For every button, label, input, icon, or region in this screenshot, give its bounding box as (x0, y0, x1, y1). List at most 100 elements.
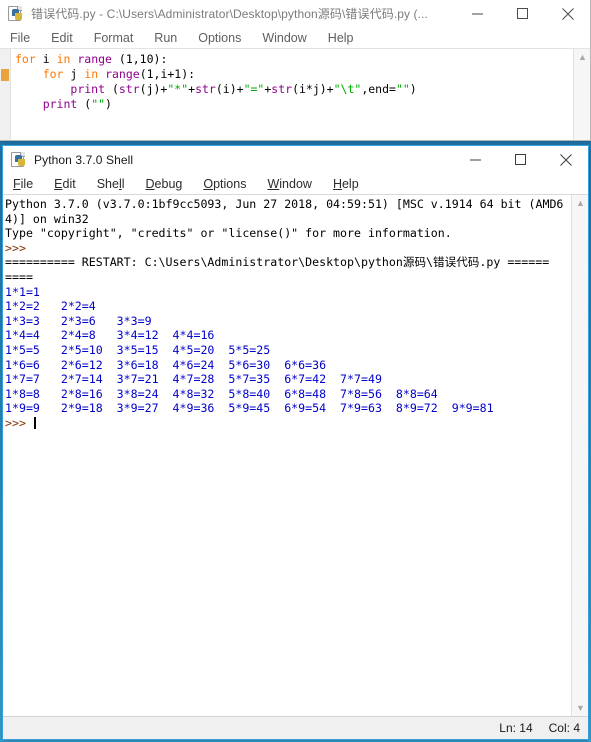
code-token: for (15, 52, 36, 66)
editor-text-area[interactable]: for i in range (1,10): for j in range(1,… (0, 49, 590, 140)
editor-window: 错误代码.py - C:\Users\Administrator\Desktop… (0, 0, 591, 141)
code-token: str (118, 82, 140, 96)
code-token: (1,i+1): (139, 67, 196, 81)
maximize-icon[interactable] (498, 146, 543, 173)
code-token: (j)+ (139, 82, 168, 96)
shell-menu-help[interactable]: Help (333, 177, 359, 191)
editor-menu-help[interactable]: Help (328, 31, 354, 45)
code-token: ) (105, 97, 112, 111)
editor-vertical-scrollbar[interactable]: ▲ (573, 49, 590, 140)
code-token: print (42, 97, 78, 111)
editor-menu-window[interactable]: Window (262, 31, 306, 45)
editor-window-title: 错误代码.py - C:\Users\Administrator\Desktop… (31, 7, 428, 21)
code-line: print (str(j)+"*"+str(i)+"="+str(i*j)+"\… (15, 82, 573, 97)
scroll-up-arrow-icon[interactable]: ▲ (574, 49, 590, 65)
shell-output-line: 1*7=7 2*7=14 3*7=21 4*7=28 5*7=35 6*7=42… (5, 372, 382, 387)
close-icon[interactable] (545, 0, 590, 27)
code-line: for i in range (1,10): (15, 52, 573, 67)
python-file-icon (8, 5, 24, 22)
shell-menu-options[interactable]: Options (203, 177, 246, 191)
shell-window-title: Python 3.7.0 Shell (34, 152, 134, 167)
scroll-down-arrow-icon[interactable]: ▼ (572, 700, 588, 716)
editor-titlebar[interactable]: 错误代码.py - C:\Users\Administrator\Desktop… (0, 0, 590, 27)
editor-menu-run[interactable]: Run (154, 31, 177, 45)
shell-output-line: Python 3.7.0 (v3.7.0:1bf9cc5093, Jun 27 … (5, 197, 564, 211)
shell-menu-window[interactable]: Window (267, 177, 311, 191)
shell-output-line: ==== (5, 269, 33, 284)
shell-output-line: Type "copyright", "credits" or "license(… (5, 226, 452, 241)
text-caret (33, 416, 36, 429)
shell-window: Python 3.7.0 Shell File Edit Shell Debug Opt… (2, 145, 589, 740)
shell-output-line: 1*8=8 2*8=16 3*8=24 4*8=32 5*8=40 6*8=48… (5, 386, 438, 401)
shell-prompt: >>> (5, 415, 33, 430)
editor-left-gutter-scrollbar[interactable] (0, 49, 11, 140)
code-token: "" (395, 82, 410, 96)
maximize-icon[interactable] (500, 0, 545, 27)
code-line: print ("") (15, 97, 573, 112)
gutter-thumb[interactable] (1, 69, 9, 81)
shell-output-line: 1*1=1 (5, 284, 40, 299)
code-token: in (84, 67, 99, 81)
code-token: i (35, 52, 57, 66)
close-icon[interactable] (543, 146, 588, 173)
shell-menu-shell[interactable]: Shell (97, 177, 125, 191)
code-token: print (70, 82, 106, 96)
shell-output-line: 1*2=2 2*2=4 (5, 299, 96, 314)
code-token: ( (77, 97, 92, 111)
shell-prompt-line[interactable]: >>> (5, 416, 571, 431)
code-token: (1,10): (111, 52, 168, 66)
status-line-number: Ln: 14 (499, 721, 533, 735)
shell-output-line: 1*6=6 2*6=12 3*6=18 4*6=24 5*6=30 6*6=36 (5, 357, 327, 372)
editor-code[interactable]: for i in range (1,10): for j in range(1,… (11, 49, 573, 140)
minimize-icon[interactable] (455, 0, 500, 27)
code-token: in (56, 52, 71, 66)
shell-vertical-scrollbar[interactable]: ▲ ▼ (571, 195, 588, 716)
code-token: "=" (243, 82, 265, 96)
desktop-background: 错误代码.py - C:\Users\Administrator\Desktop… (0, 0, 591, 742)
shell-output-line: 1*3=3 2*3=6 3*3=9 (5, 313, 152, 328)
shell-menubar: File Edit Shell Debug Options Window Help (3, 173, 588, 195)
code-token: "" (91, 97, 106, 111)
code-token: j (63, 67, 85, 81)
code-token: "\t" (333, 82, 362, 96)
code-token: str (271, 82, 293, 96)
code-token: (i*j)+ (292, 82, 334, 96)
shell-output-area[interactable]: Python 3.7.0 (v3.7.0:1bf9cc5093, Jun 27 … (3, 195, 588, 716)
shell-titlebar[interactable]: Python 3.7.0 Shell (3, 146, 588, 173)
code-token: ,end= (361, 82, 396, 96)
shell-statusbar: Ln: 14 Col: 4 (3, 716, 588, 739)
code-token: for (42, 67, 64, 81)
shell-output-line: >>> (5, 240, 33, 255)
editor-menu-file[interactable]: File (10, 31, 30, 45)
shell-menu-debug[interactable]: Debug (146, 177, 183, 191)
scroll-up-arrow-icon[interactable]: ▲ (572, 195, 588, 211)
editor-menu-edit[interactable]: Edit (51, 31, 73, 45)
code-token: str (195, 82, 216, 96)
code-token: range (105, 67, 140, 81)
editor-window-controls (455, 0, 590, 27)
status-column-number: Col: 4 (548, 721, 580, 735)
shell-output-line: 4)] on win32 (5, 211, 89, 226)
minimize-icon[interactable] (453, 146, 498, 173)
python-shell-icon (11, 151, 27, 168)
shell-output[interactable]: Python 3.7.0 (v3.7.0:1bf9cc5093, Jun 27 … (3, 195, 571, 716)
editor-menubar: File Edit Format Run Options Window Help (0, 27, 590, 49)
editor-menu-options[interactable]: Options (198, 31, 241, 45)
shell-window-controls (453, 146, 588, 173)
shell-output-line: 1*9=9 2*9=18 3*9=27 4*9=36 5*9=45 6*9=54… (5, 401, 494, 416)
code-token: range (77, 52, 112, 66)
shell-menu-edit[interactable]: Edit (54, 177, 76, 191)
code-token: ) (409, 82, 417, 96)
shell-output-line: 1*5=5 2*5=10 3*5=15 4*5=20 5*5=25 (5, 342, 271, 357)
shell-output-line: 1*4=4 2*4=8 3*4=12 4*4=16 (5, 328, 215, 343)
shell-menu-file[interactable]: File (13, 177, 33, 191)
code-token: (i)+ (215, 82, 244, 96)
code-token: ( (105, 82, 119, 96)
code-token: "*" (167, 82, 189, 96)
shell-output-line: ========== RESTART: C:\Users\Administrat… (5, 255, 550, 270)
code-line: for j in range(1,i+1): (15, 67, 573, 82)
editor-menu-format[interactable]: Format (94, 31, 134, 45)
